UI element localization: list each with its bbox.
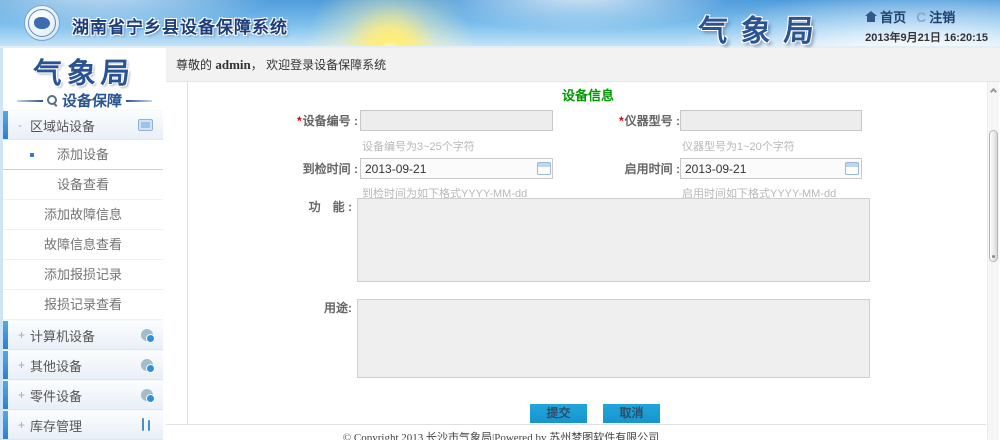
sidebar-section-computer[interactable]: + 计算机设备	[3, 320, 163, 350]
section-label: 库存管理	[30, 416, 82, 435]
check-date-label: 到检时间 :	[262, 158, 358, 180]
sidebar-section-regional-station[interactable]: - 区域站设备	[3, 110, 163, 140]
system-title: 湖南省宁乡县设备保障系统	[72, 13, 288, 38]
sidebar-item-add-device[interactable]: 添加设备	[3, 140, 163, 170]
function-label: 功 能 :	[286, 196, 352, 218]
pie-chart-icon	[141, 359, 153, 371]
cancel-button[interactable]: 取消	[603, 404, 660, 423]
menu-item-label: 添加故障信息	[44, 207, 122, 222]
section-state: +	[18, 328, 30, 342]
greeting-bar: 尊敬的 admin， 欢迎登录设备保障系统	[166, 48, 1000, 82]
menu-item-label: 添加报损记录	[44, 267, 122, 282]
logout-refresh-icon: C	[916, 9, 926, 25]
section-label: 其他设备	[30, 356, 82, 375]
datetime-label: 2013年9月21日 16:20:15	[865, 29, 988, 45]
monitor-icon	[138, 119, 153, 131]
footer-divider	[166, 424, 986, 425]
section-state: -	[18, 118, 30, 132]
scrollbar-thumb[interactable]	[989, 130, 998, 262]
bureau-emblem-icon	[24, 5, 60, 41]
enable-date-label: 启用时间 :	[584, 158, 680, 180]
copyright-text: © Copyright 2013 长沙市气象局|Powered by 苏州梦图软…	[166, 429, 836, 440]
calendar-icon[interactable]	[537, 162, 551, 175]
required-mark: *	[297, 114, 302, 128]
required-mark: *	[619, 114, 624, 128]
sidebar-section-parts[interactable]: + 零件设备	[3, 380, 163, 410]
menu-item-label: 报损记录查看	[44, 297, 122, 312]
usage-textarea[interactable]	[357, 299, 870, 378]
sidebar-item-add-damage[interactable]: 添加报损记录	[3, 260, 163, 290]
model-hint: 仪器型号为1~20个字符	[682, 138, 795, 154]
device-no-hint: 设备编号为3~25个字符	[362, 138, 475, 154]
sidebar-logo-subtitle: 设备保障	[61, 90, 122, 111]
check-date-input[interactable]	[360, 158, 553, 179]
device-no-input[interactable]	[360, 110, 553, 131]
device-no-label: *设备编号 :	[262, 110, 358, 132]
page: 湖南省宁乡县设备保障系统 气象局 首页 C 注销 2013年9月21日 16:2…	[0, 0, 1000, 440]
section-label: 区域站设备	[30, 116, 95, 135]
model-input[interactable]	[680, 110, 862, 131]
header-utility: 首页 C 注销 2013年9月21日 16:20:15	[865, 7, 988, 45]
magnifier-icon	[47, 95, 58, 107]
logout-link[interactable]: 注销	[929, 7, 955, 26]
sidebar-item-view-device[interactable]: 设备查看	[3, 170, 163, 200]
greeting-username: admin	[215, 57, 250, 72]
sidebar: 气象局 设备保障 - 区域站设备 添加设备	[3, 48, 166, 440]
section-state: +	[18, 388, 30, 402]
model-label: *仪器型号 :	[584, 110, 680, 132]
menu-item-label: 添加设备	[57, 147, 109, 162]
sidebar-item-view-fault[interactable]: 故障信息查看	[3, 230, 163, 260]
scroll-up-icon[interactable]	[990, 88, 997, 95]
content-scrollbar[interactable]	[987, 82, 999, 440]
sidebar-item-view-damage[interactable]: 报损记录查看	[3, 290, 163, 320]
function-textarea[interactable]	[357, 198, 870, 282]
usage-label: 用途:	[286, 297, 352, 319]
pie-chart-icon	[141, 329, 153, 341]
home-icon	[865, 11, 877, 23]
sidebar-item-add-fault[interactable]: 添加故障信息	[3, 200, 163, 230]
pie-chart-icon	[141, 389, 153, 401]
sidebar-section-other[interactable]: + 其他设备	[3, 350, 163, 380]
section-state: +	[18, 358, 30, 372]
section-label: 计算机设备	[30, 326, 95, 345]
submit-button[interactable]: 提交	[530, 404, 587, 423]
device-form: 设备信息 *设备编号 : *仪器型号 : 设备编号为3~25个字符 仪器型号为1…	[166, 82, 1000, 440]
panel-divider	[187, 82, 188, 424]
main-area: 尊敬的 admin， 欢迎登录设备保障系统 设备信息 *设备编号 : *仪器型号…	[166, 48, 1000, 440]
header: 湖南省宁乡县设备保障系统 气象局 首页 C 注销 2013年9月21日 16:2…	[0, 0, 1000, 48]
sidebar-section-inventory[interactable]: + 库存管理	[3, 410, 163, 440]
divider-line	[17, 100, 43, 102]
tools-icon	[140, 419, 153, 432]
form-title: 设备信息	[562, 85, 614, 104]
menu-item-label: 设备查看	[57, 177, 109, 192]
brand-title: 气象局	[696, 6, 828, 50]
bullet-icon	[30, 153, 34, 157]
greeting-suffix: ， 欢迎登录设备保障系统	[251, 58, 386, 72]
sidebar-menu: - 区域站设备 添加设备 设备查看 添加故障信息 故障信息查看	[3, 110, 163, 440]
home-link[interactable]: 首页	[880, 7, 906, 26]
divider-line	[126, 100, 152, 102]
section-label: 零件设备	[30, 386, 82, 405]
menu-item-label: 故障信息查看	[44, 237, 122, 252]
greeting-prefix: 尊敬的	[176, 58, 215, 72]
section-state: +	[18, 418, 30, 432]
calendar-icon[interactable]	[845, 162, 859, 175]
sidebar-logo-text: 气象局	[32, 50, 136, 92]
sidebar-logo: 气象局 设备保障	[3, 48, 166, 110]
enable-date-input[interactable]	[680, 158, 862, 179]
